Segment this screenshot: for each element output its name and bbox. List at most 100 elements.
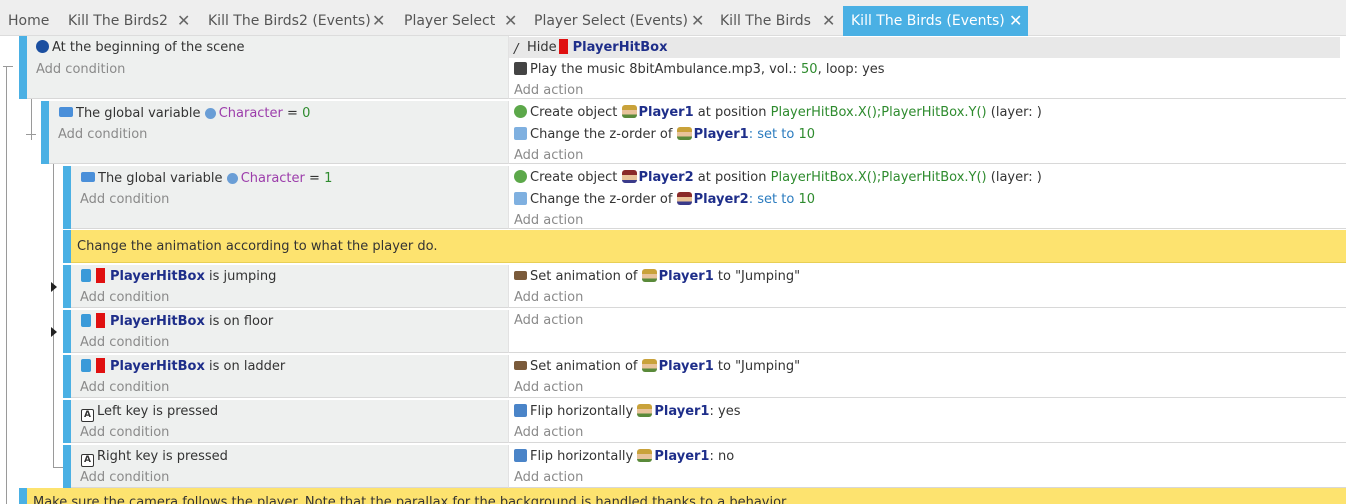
- tab-label: Player Select (Events): [534, 13, 688, 29]
- tab-home[interactable]: Home: [0, 6, 58, 36]
- action-row[interactable]: Change the z-order of Player1: set to 10: [514, 124, 815, 145]
- condition-block[interactable]: At the beginning of the scene Add condit…: [27, 36, 508, 99]
- condition-row[interactable]: The global variable Character = 1: [81, 168, 332, 189]
- condition-text: key is pressed: [135, 449, 228, 464]
- condition-block[interactable]: PlayerHitBox is on ladder Add condition: [71, 355, 508, 398]
- action-block[interactable]: Add action: [508, 310, 1346, 353]
- action-text: to "Jumping": [717, 269, 801, 284]
- action-row[interactable]: Flip horizontally Player1: yes: [514, 401, 740, 422]
- music-icon: [514, 62, 527, 75]
- close-icon[interactable]: ✕: [177, 6, 190, 36]
- add-action-link[interactable]: Add action: [514, 310, 583, 331]
- keyboard-key-icon: A: [81, 409, 94, 422]
- action-row[interactable]: Flip horizontally Player1: no: [514, 446, 734, 467]
- tab-label: Kill The Birds2 (Events): [208, 13, 371, 29]
- event-on-floor[interactable]: PlayerHitBox is on floor Add condition A…: [63, 310, 1346, 353]
- comment-text[interactable]: Change the animation according to what t…: [71, 230, 1346, 263]
- add-action-link[interactable]: Add action: [514, 467, 583, 488]
- tab-label: Home: [8, 13, 50, 29]
- action-block[interactable]: Create object Player1 at position Player…: [508, 101, 1346, 164]
- condition-row[interactable]: The global variable Character = 0: [59, 103, 310, 124]
- condition-row[interactable]: PlayerHitBox is on floor: [81, 311, 273, 332]
- event-right-key[interactable]: A Right key is pressed Add condition Flip…: [63, 445, 1346, 488]
- close-icon[interactable]: ✕: [822, 6, 835, 36]
- action-block[interactable]: Flip horizontally Player1: no Add action: [508, 445, 1346, 488]
- tree-connector: [53, 164, 54, 468]
- tab-player-select-events[interactable]: Player Select (Events) ✕: [526, 6, 712, 36]
- tab-kill-the-birds-events[interactable]: Kill The Birds (Events) ✕: [843, 6, 1028, 36]
- condition-row[interactable]: A Left key is pressed: [81, 401, 218, 422]
- add-condition-link[interactable]: Add condition: [58, 124, 147, 145]
- add-condition-link[interactable]: Add condition: [80, 467, 169, 488]
- event-is-jumping[interactable]: PlayerHitBox is jumping Add condition Se…: [63, 265, 1346, 308]
- close-icon[interactable]: ✕: [691, 6, 704, 36]
- action-row[interactable]: Play the music 8bitAmbulance.mp3, vol.: …: [514, 59, 885, 80]
- tab-kill-the-birds[interactable]: Kill The Birds ✕: [712, 6, 842, 36]
- object-name: Player2: [693, 192, 749, 207]
- action-row[interactable]: Change the z-order of Player2: set to 10: [514, 189, 815, 210]
- action-block[interactable]: Flip horizontally Player1: yes Add actio…: [508, 400, 1346, 443]
- action-row[interactable]: Create object Player1 at position Player…: [514, 102, 1042, 123]
- event-begin-scene[interactable]: At the beginning of the scene Add condit…: [19, 36, 1346, 99]
- event-left-key[interactable]: A Left key is pressed Add condition Flip …: [63, 400, 1346, 443]
- comment-text[interactable]: Make sure the camera follows the player.…: [27, 488, 1346, 504]
- player1-sprite-icon: [637, 449, 653, 462]
- add-condition-link[interactable]: Add condition: [36, 59, 125, 80]
- add-condition-link[interactable]: Add condition: [80, 332, 169, 353]
- player1-sprite-icon: [621, 105, 637, 118]
- action-text: Flip horizontally: [530, 404, 634, 419]
- action-block[interactable]: Create object Player2 at position Player…: [508, 166, 1346, 229]
- condition-row[interactable]: PlayerHitBox is on ladder: [81, 356, 285, 377]
- action-text: : yes: [709, 404, 741, 419]
- add-condition-link[interactable]: Add condition: [80, 287, 169, 308]
- action-row[interactable]: Set animation of Player1 to "Jumping": [514, 356, 800, 377]
- event-on-ladder[interactable]: PlayerHitBox is on ladder Add condition …: [63, 355, 1346, 398]
- add-action-link[interactable]: Add action: [514, 145, 583, 166]
- event-character-0[interactable]: The global variable Character = 0 Add co…: [41, 101, 1346, 164]
- object-name: Player1: [658, 359, 714, 374]
- expand-arrow-icon[interactable]: [51, 327, 57, 337]
- condition-block[interactable]: The global variable Character = 0 Add co…: [49, 101, 508, 164]
- action-row[interactable]: Set animation of Player1 to "Jumping": [514, 266, 800, 287]
- action-row-selected[interactable]: / Hide PlayerHitBox: [509, 37, 1340, 58]
- event-indent-bar: [63, 445, 71, 488]
- condition-block[interactable]: The global variable Character = 1 Add co…: [71, 166, 508, 229]
- close-icon[interactable]: ✕: [504, 6, 517, 36]
- add-action-link[interactable]: Add action: [514, 287, 583, 308]
- action-block[interactable]: / Hide PlayerHitBox Play the music 8bitAmb…: [508, 36, 1346, 99]
- action-block[interactable]: Set animation of Player1 to "Jumping" Ad…: [508, 265, 1346, 308]
- close-icon[interactable]: ✕: [372, 6, 385, 36]
- add-action-link[interactable]: Add action: [514, 80, 583, 101]
- condition-block[interactable]: A Right key is pressed Add condition: [71, 445, 508, 488]
- condition-row[interactable]: At the beginning of the scene: [36, 37, 244, 58]
- add-condition-link[interactable]: Add condition: [80, 377, 169, 398]
- action-block[interactable]: Set animation of Player1 to "Jumping" Ad…: [508, 355, 1346, 398]
- add-action-link[interactable]: Add action: [514, 377, 583, 398]
- condition-row[interactable]: A Right key is pressed: [81, 446, 228, 467]
- action-row[interactable]: Create object Player2 at position Player…: [514, 167, 1042, 188]
- condition-block[interactable]: A Left key is pressed Add condition: [71, 400, 508, 443]
- add-condition-link[interactable]: Add condition: [80, 422, 169, 443]
- action-text: Set animation of: [530, 269, 638, 284]
- add-action-link[interactable]: Add action: [514, 422, 583, 443]
- comment-event[interactable]: Make sure the camera follows the player.…: [19, 488, 1346, 504]
- add-action-link[interactable]: Add action: [514, 210, 583, 231]
- condition-text: is jumping: [208, 269, 277, 284]
- tab-label: Kill The Birds: [720, 13, 811, 29]
- condition-row[interactable]: PlayerHitBox is jumping: [81, 266, 276, 287]
- event-indent-bar: [63, 400, 71, 443]
- condition-block[interactable]: PlayerHitBox is jumping Add condition: [71, 265, 508, 308]
- add-condition-link[interactable]: Add condition: [80, 189, 169, 210]
- event-character-1[interactable]: The global variable Character = 1 Add co…: [63, 166, 1346, 229]
- tab-label: Kill The Birds (Events): [851, 13, 1005, 29]
- action-text: Flip horizontally: [530, 449, 634, 464]
- tab-kill-the-birds2[interactable]: Kill The Birds2 ✕: [60, 6, 198, 36]
- condition-block[interactable]: PlayerHitBox is on floor Add condition: [71, 310, 508, 353]
- player2-sprite-icon: [621, 170, 637, 183]
- expand-arrow-icon[interactable]: [51, 282, 57, 292]
- tab-kill-the-birds2-events[interactable]: Kill The Birds2 (Events) ✕: [200, 6, 394, 36]
- tab-player-select[interactable]: Player Select ✕: [396, 6, 524, 36]
- comment-event[interactable]: Change the animation according to what t…: [63, 230, 1346, 263]
- close-icon[interactable]: ✕: [1009, 6, 1022, 36]
- tree-connector: [26, 134, 36, 135]
